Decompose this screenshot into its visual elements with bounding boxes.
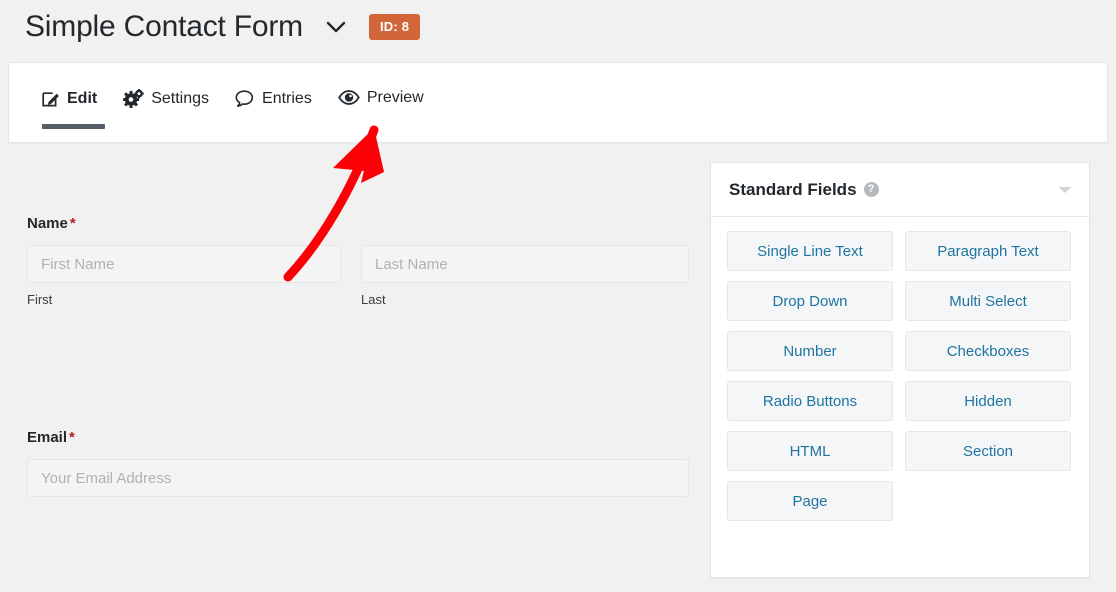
field-button[interactable]: Checkboxes (905, 331, 1071, 371)
field-email[interactable]: Email * Your Email Address (27, 430, 689, 497)
standard-fields-header[interactable]: Standard Fields ? (711, 163, 1089, 217)
page-title: Simple Contact Form (25, 10, 303, 43)
eye-icon (338, 89, 360, 106)
chevron-down-icon[interactable] (325, 16, 347, 38)
tab-preview-label: Preview (366, 88, 424, 106)
field-button[interactable]: Drop Down (727, 281, 893, 321)
name-first-column: First Name First (27, 245, 341, 306)
last-name-sublabel: Last (361, 292, 386, 307)
field-name[interactable]: Name * First Name First Last Name Last (27, 216, 689, 306)
tab-list: Edit Settings Entries Preview (41, 89, 450, 129)
required-asterisk: * (69, 429, 75, 446)
active-tab-indicator (42, 124, 105, 129)
field-button[interactable]: HTML (727, 431, 893, 471)
required-asterisk: * (69, 215, 76, 232)
name-last-column: Last Name Last (361, 245, 689, 306)
field-button-grid: Single Line Text Paragraph Text Drop Dow… (727, 231, 1073, 521)
tab-entries-label: Entries (262, 89, 312, 107)
page-header: Simple Contact Form ID: 8 (0, 0, 1116, 54)
tab-entries[interactable]: Entries (235, 89, 312, 112)
field-button[interactable]: Number (727, 331, 893, 371)
field-name-label-text: Name (27, 215, 68, 232)
gears-icon (123, 89, 144, 108)
tab-bar: Edit Settings Entries Preview (8, 62, 1108, 143)
form-id-badge: ID: 8 (368, 14, 421, 40)
name-inputs-row: First Name First Last Name Last (27, 245, 689, 306)
field-button[interactable]: Radio Buttons (727, 381, 893, 421)
standard-fields-title: Standard Fields (729, 180, 857, 199)
standard-fields-panel: Standard Fields ? Single Line Text Parag… (710, 162, 1090, 578)
email-input[interactable]: Your Email Address (27, 459, 689, 497)
speech-bubble-icon (235, 89, 255, 108)
last-name-input[interactable]: Last Name (361, 245, 689, 283)
first-name-input[interactable]: First Name (27, 245, 341, 283)
question-mark-icon[interactable]: ? (863, 182, 879, 197)
standard-fields-body: Single Line Text Paragraph Text Drop Dow… (711, 217, 1089, 521)
field-button[interactable]: Page (727, 481, 893, 521)
tab-settings-label: Settings (151, 89, 210, 107)
field-button[interactable]: Hidden (905, 381, 1071, 421)
tab-settings[interactable]: Settings (123, 89, 209, 112)
tab-preview[interactable]: Preview (338, 89, 424, 110)
form-preview-area: Name * First Name First Last Name Last Em… (0, 150, 700, 592)
tab-edit-label: Edit (67, 89, 98, 107)
field-name-label: Name * (27, 216, 689, 231)
field-button[interactable]: Paragraph Text (905, 231, 1071, 271)
field-button[interactable]: Single Line Text (727, 231, 893, 271)
first-name-sublabel: First (27, 292, 53, 307)
tab-edit[interactable]: Edit (41, 89, 105, 129)
chevron-down-icon[interactable] (1057, 185, 1073, 195)
field-button[interactable]: Multi Select (905, 281, 1071, 321)
edit-pencil-icon (41, 89, 60, 108)
field-email-label-text: Email (27, 429, 68, 446)
field-email-label: Email * (27, 430, 689, 445)
field-button[interactable]: Section (905, 431, 1071, 471)
